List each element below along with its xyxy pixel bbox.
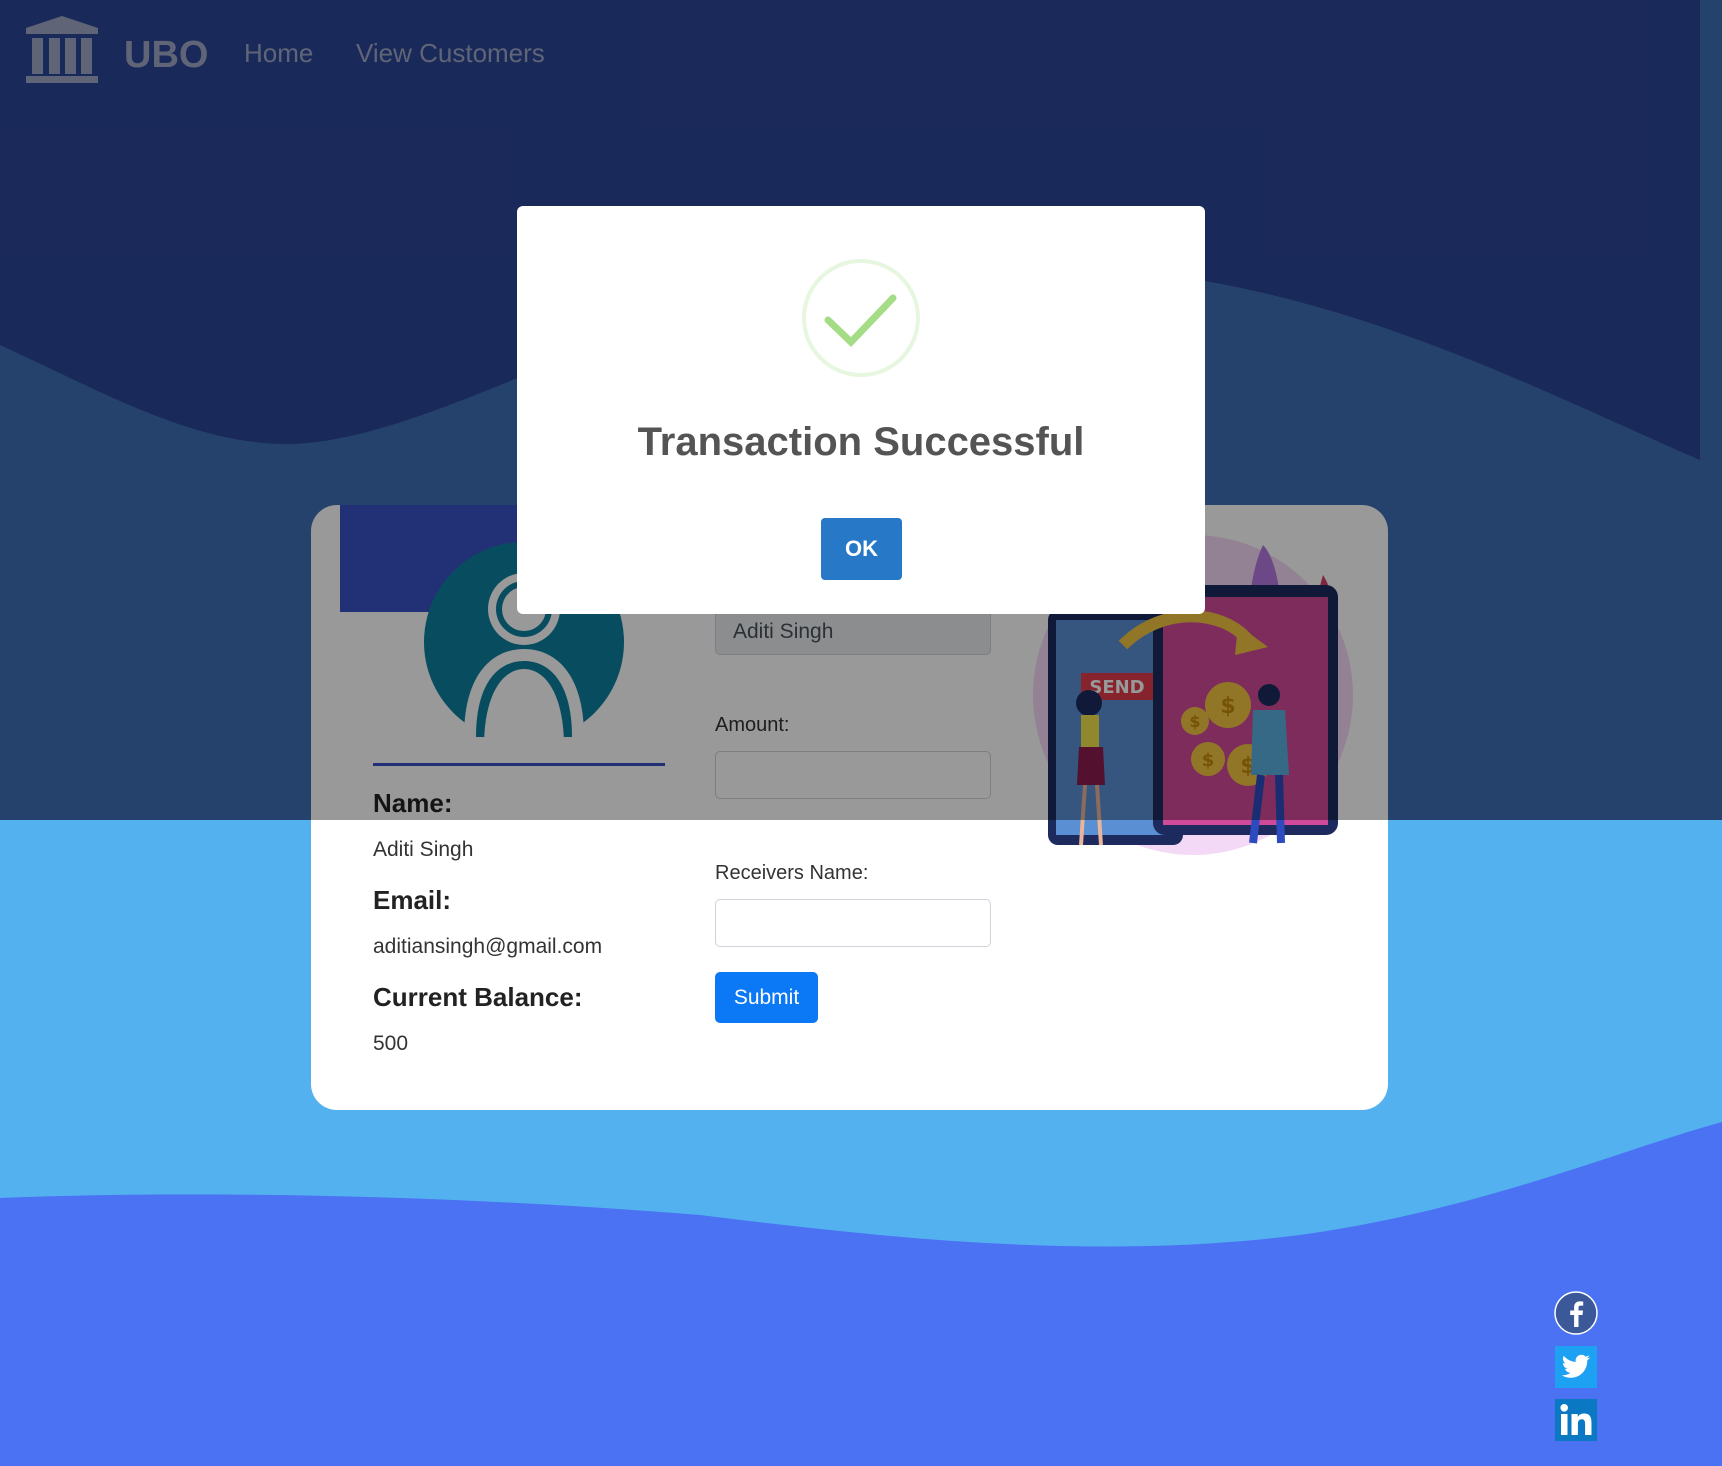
modal-title: Transaction Successful [637, 420, 1085, 464]
balance-label: Current Balance: [373, 982, 583, 1012]
facebook-icon[interactable] [1554, 1291, 1598, 1335]
email-value: aditiansingh@gmail.com [373, 935, 603, 958]
linkedin-icon[interactable] [1554, 1398, 1598, 1442]
success-modal: Transaction Successful OK [517, 206, 1205, 614]
twitter-icon[interactable] [1554, 1345, 1598, 1389]
receiver-name-input[interactable] [715, 899, 991, 947]
name-value: Aditi Singh [373, 838, 474, 861]
receiver-name-label: Receivers Name: [715, 862, 869, 884]
submit-button[interactable]: Submit [715, 972, 818, 1023]
success-check-icon [802, 259, 920, 377]
bottom-wave [0, 1122, 1722, 1466]
ok-button[interactable]: OK [821, 518, 902, 580]
balance-value: 500 [373, 1032, 409, 1055]
email-label: Email: [373, 885, 452, 915]
